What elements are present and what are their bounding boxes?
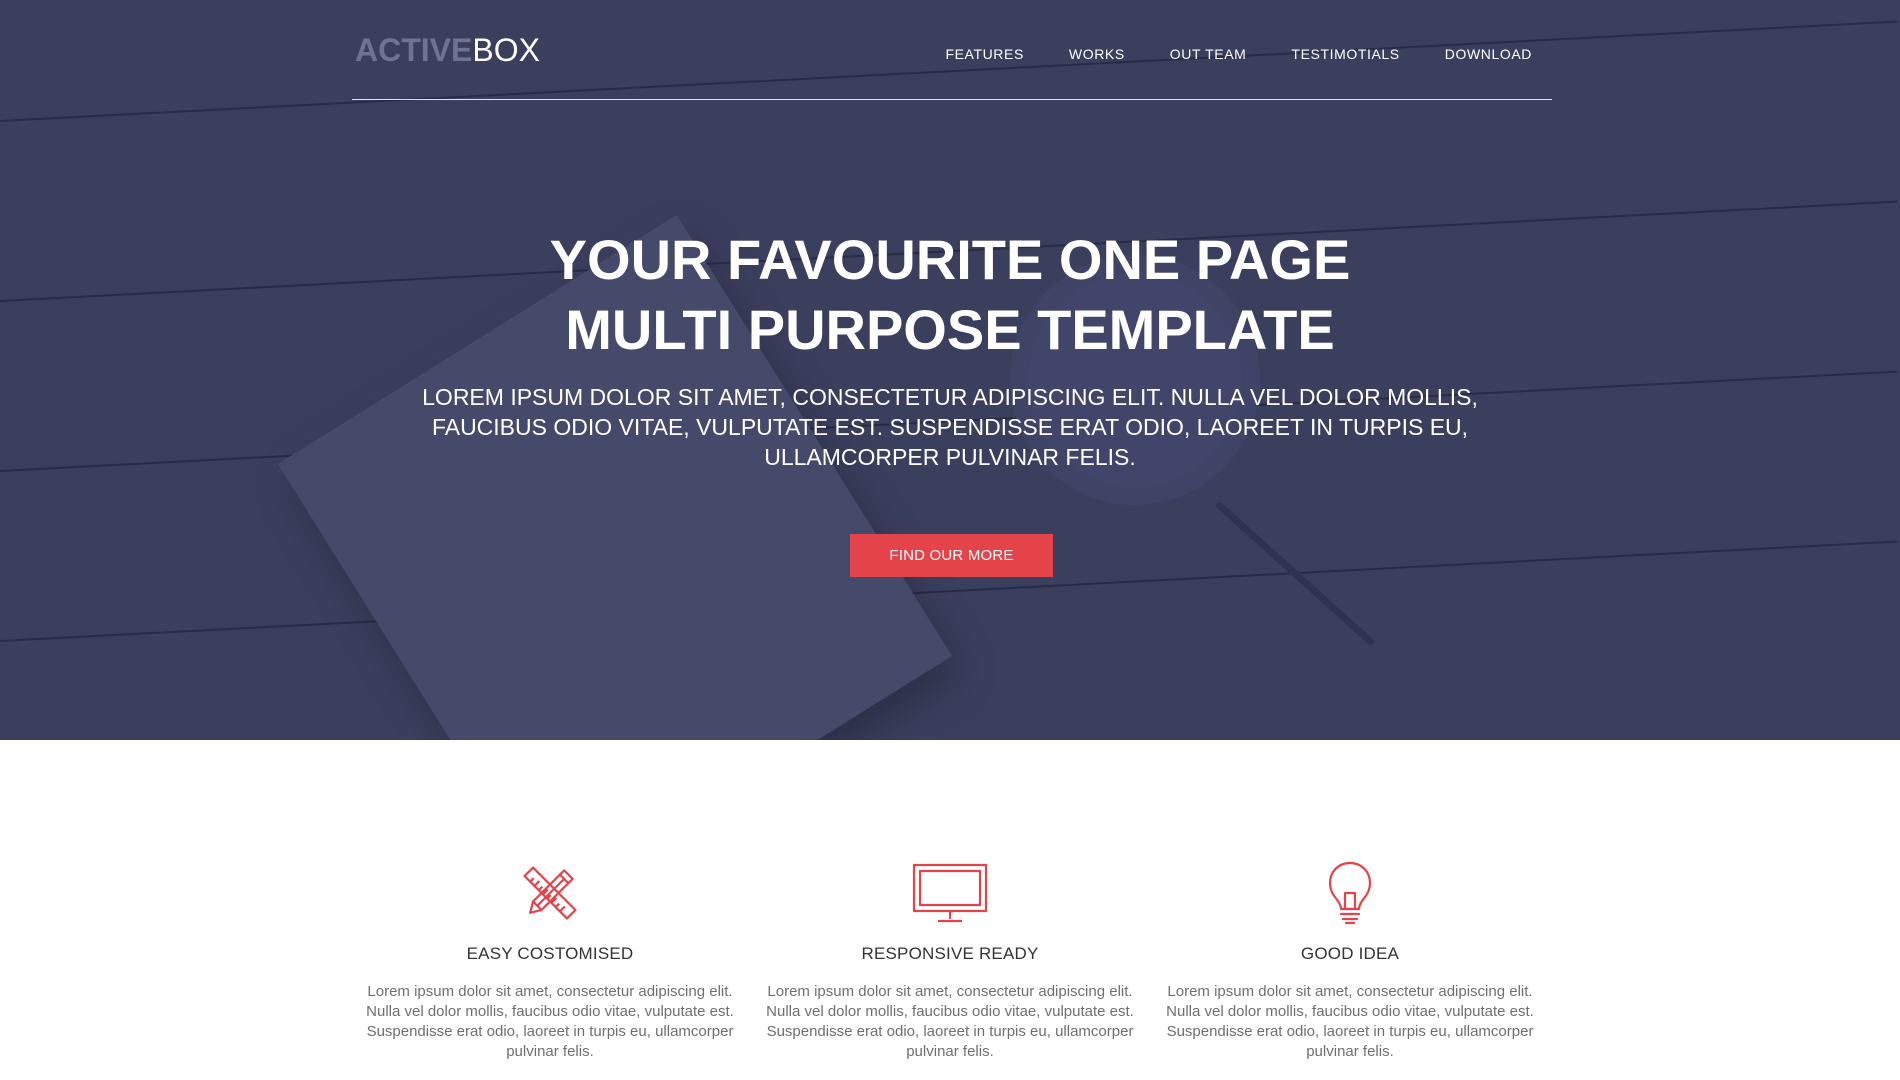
feature-title: EASY COSTOMISED	[466, 944, 634, 963]
feature-description: Lorem ipsum dolor sit amet, consectetur …	[766, 983, 1134, 1060]
logo-text-active: ACTIVE	[355, 32, 473, 68]
feature-description: Lorem ipsum dolor sit amet, consectetur …	[1166, 983, 1534, 1060]
nav-item-testimonials[interactable]: TESTIMOTIALS	[1291, 46, 1399, 62]
nav-item-our-team[interactable]: OUT TEAM	[1170, 46, 1247, 62]
hero-subtext-line1: LOREM IPSUM DOLOR SIT AMET, CONSECTETUR …	[422, 384, 1478, 410]
feature-card: RESPONSIVE READY Lorem ipsum dolor sit a…	[760, 858, 1140, 1080]
monitor-icon	[760, 858, 1140, 928]
lightbulb-icon	[1160, 858, 1540, 928]
nav-item-features[interactable]: FEATURES	[945, 46, 1023, 62]
feature-title: GOOD IDEA	[1300, 944, 1400, 963]
hero-section: ACTIVEBOX FEATURES WORKS OUT TEAM TESTIM…	[0, 0, 1900, 740]
site-logo[interactable]: ACTIVEBOX	[355, 32, 540, 68]
hero-subtext-line2: FAUCIBUS ODIO VITAE, VULPUTATE EST. SUSP…	[431, 414, 1469, 440]
hero-headline: YOUR FAVOURITE ONE PAGE MULTI PURPOSE TE…	[0, 225, 1900, 365]
top-navigation: ACTIVEBOX FEATURES WORKS OUT TEAM TESTIM…	[352, 0, 1552, 100]
nav-item-download[interactable]: DOWNLOAD	[1445, 46, 1532, 62]
feature-title: RESPONSIVE READY	[861, 944, 1039, 963]
hero-headline-line1: YOUR FAVOURITE ONE PAGE	[549, 228, 1351, 291]
background-pen	[1214, 500, 1376, 647]
hero-subtext-line3: ULLAMCORPER PULVINAR FELIS.	[764, 444, 1136, 470]
hero-headline-line2: MULTI PURPOSE TEMPLATE	[565, 298, 1335, 361]
feature-description: Lorem ipsum dolor sit amet, consectetur …	[366, 983, 734, 1060]
nav-menu: FEATURES WORKS OUT TEAM TESTIMOTIALS DOW…	[945, 46, 1532, 62]
features-section: EASY COSTOMISED Lorem ipsum dolor sit am…	[360, 858, 1540, 1080]
nav-item-works[interactable]: WORKS	[1069, 46, 1125, 62]
logo-text-box: BOX	[472, 32, 540, 68]
feature-card: EASY COSTOMISED Lorem ipsum dolor sit am…	[360, 858, 740, 1080]
hero-subtext: LOREM IPSUM DOLOR SIT AMET, CONSECTETUR …	[400, 382, 1500, 472]
pencil-ruler-icon	[360, 858, 740, 928]
feature-card: GOOD IDEA Lorem ipsum dolor sit amet, co…	[1160, 858, 1540, 1080]
find-out-more-button[interactable]: FIND OUR MORE	[850, 534, 1053, 577]
